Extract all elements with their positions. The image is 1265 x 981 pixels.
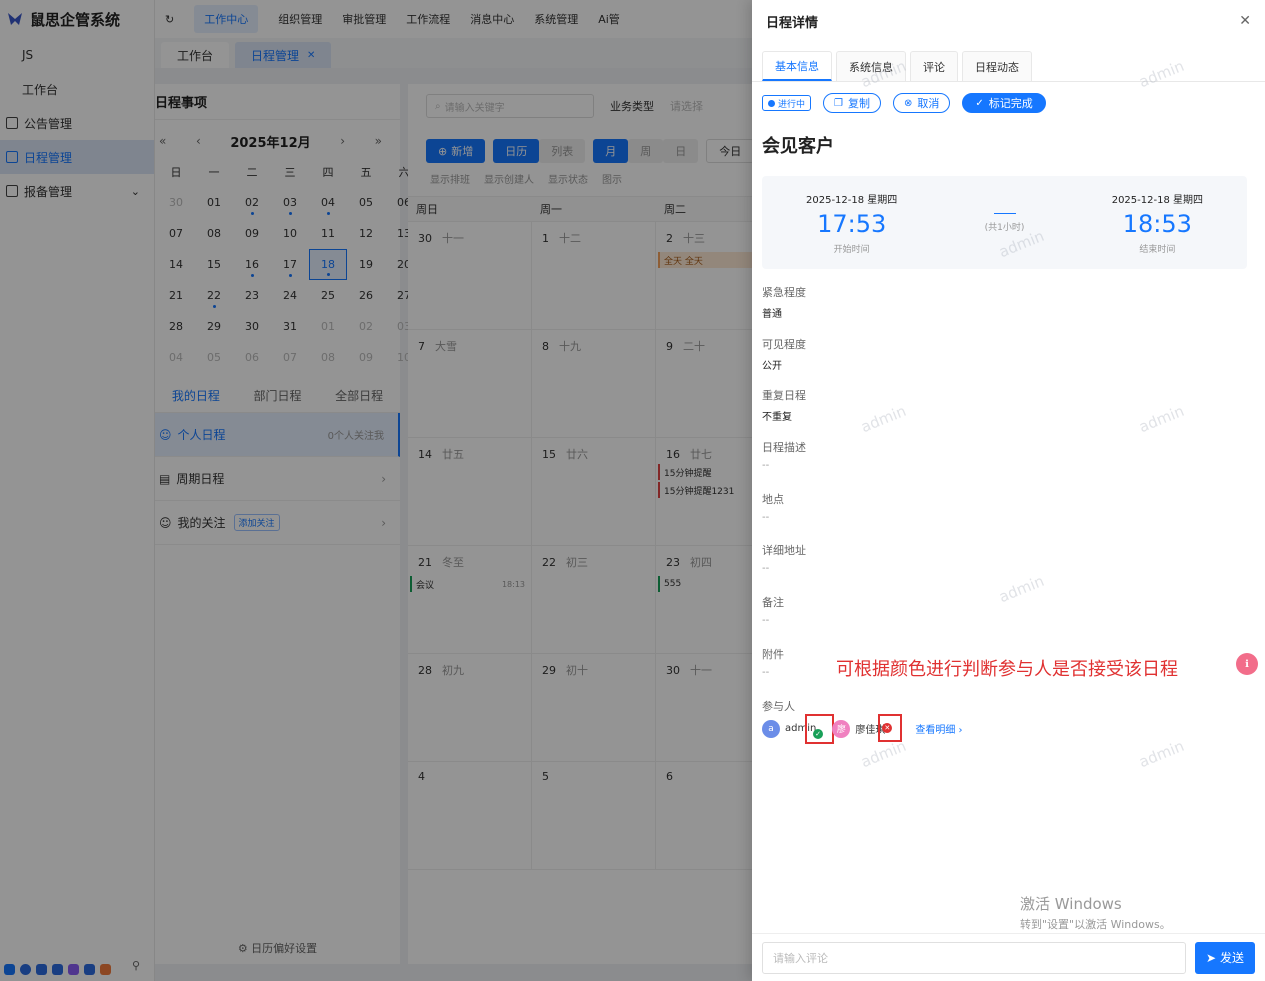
field-label: 紧急程度 [762,286,806,299]
participant-admin[interactable]: a admin ✓ [762,713,834,744]
drawer-tabs: 基本信息 系统信息 评论 日程动态 [752,42,1265,82]
detail-field: 可见程度 公开 [762,336,1265,388]
field-label: 重复日程 [762,389,806,403]
field-label: 日程描述 [762,441,806,455]
detail-field: 地点 -- [762,491,1265,543]
end-date: 2025-12-18 星期四 [1111,194,1203,206]
drawer-title: 日程详情 [766,15,819,31]
participants-label: 参与人 [762,699,795,713]
tab-comments[interactable]: 评论 [910,51,958,81]
status-label: 进行中 [778,99,806,110]
field-label: 地点 [762,492,784,506]
highlight-box [805,713,834,744]
check-circle-icon: ✓ [975,97,984,109]
view-details-link[interactable]: 查看明细 › [915,721,962,736]
send-label: 发送 [1220,951,1245,965]
duration: (共1小时) [984,222,1025,233]
copy-button[interactable]: ❐ 复制 [823,93,881,113]
detail-field: 紧急程度 普通 [762,284,1265,336]
comment-bar: 请输入评论 ➤ 发送 [752,933,1265,981]
avatar: a [762,719,780,738]
detail-field: 日程描述 -- [762,439,1265,491]
field-label: 可见程度 [762,337,806,351]
participants-section: 参与人 a admin ✓ 廖 廖佳琪 ✕ 查看明细 › [752,698,1265,744]
tab-basic-info[interactable]: 基本信息 [762,51,832,81]
ai-assistant-icon[interactable]: ℹ [1236,653,1258,675]
field-value: -- [762,460,770,472]
field-value: -- [762,615,770,627]
start-time-block: 2025-12-18 星期四 17:53 开始时间 [806,191,897,255]
detail-field: 重复日程 不重复 [762,387,1265,439]
end-time: 18:53 [1122,209,1192,238]
duration-block: (共1小时) [975,212,1035,233]
end-time-block: 2025-12-18 星期四 18:53 结束时间 [1112,191,1203,255]
end-caption: 结束时间 [1139,244,1176,255]
detail-fields: 紧急程度 普通 可见程度 公开 重复日程 不重复 日程描述 -- 地点 -- 详细地址 -- 备注 -- 附… [752,284,1265,698]
field-value: 不重复 [762,412,792,424]
field-value: -- [762,563,770,575]
status-dot-icon [768,99,775,107]
cancel-button[interactable]: ⊗ 取消 [892,93,951,113]
field-value: 普通 [762,309,782,320]
copy-label: 复制 [847,97,870,110]
field-value: 公开 [762,360,782,372]
participant-liao[interactable]: 廖 廖佳琪 ✕ [832,713,903,742]
close-icon[interactable]: ✕ [1239,13,1251,29]
participant-list: a admin ✓ 廖 廖佳琪 ✕ 查看明细 › [762,713,1265,744]
drawer-header: 日程详情 ✕ [752,0,1265,42]
mark-complete-button[interactable]: ✓ 标记完成 [962,93,1046,113]
cancel-label: 取消 [917,97,940,110]
status-badge: 进行中 [762,95,812,111]
windows-activation: 激活 Windows 转到"设置"以激活 Windows。 [1020,893,1171,932]
tab-activity[interactable]: 日程动态 [962,51,1032,81]
event-title: 会见客户 [762,136,834,157]
start-caption: 开始时间 [833,244,870,255]
copy-icon: ❐ [834,97,843,109]
complete-label: 标记完成 [988,97,1033,110]
start-time: 17:53 [817,209,887,238]
send-button[interactable]: ➤ 发送 [1195,941,1255,974]
activation-hint: 转到"设置"以激活 Windows。 [1020,918,1171,931]
comment-placeholder: 请输入评论 [773,951,828,965]
start-date: 2025-12-18 星期四 [806,194,898,206]
duration-line [993,212,1016,214]
activation-title: 激活 Windows [1020,895,1122,913]
annotation-text: 可根据颜色进行判断参与人是否接受该日程 [836,659,1178,680]
field-value: -- [762,511,770,523]
send-icon: ➤ [1205,950,1217,965]
comment-input[interactable]: 请输入评论 [762,941,1186,974]
action-bar: 进行中 ❐ 复制 ⊗ 取消 ✓ 标记完成 [752,82,1265,124]
avatar: 廖 [832,719,851,738]
field-label: 详细地址 [762,544,806,558]
view-details-label: 查看明细 [915,725,956,736]
schedule-detail-drawer: 日程详情 ✕ 基本信息 系统信息 评论 日程动态 进行中 ❐ 复制 ⊗ 取消 ✓ 标记… [752,0,1265,981]
cancel-icon: ⊗ [903,97,913,109]
